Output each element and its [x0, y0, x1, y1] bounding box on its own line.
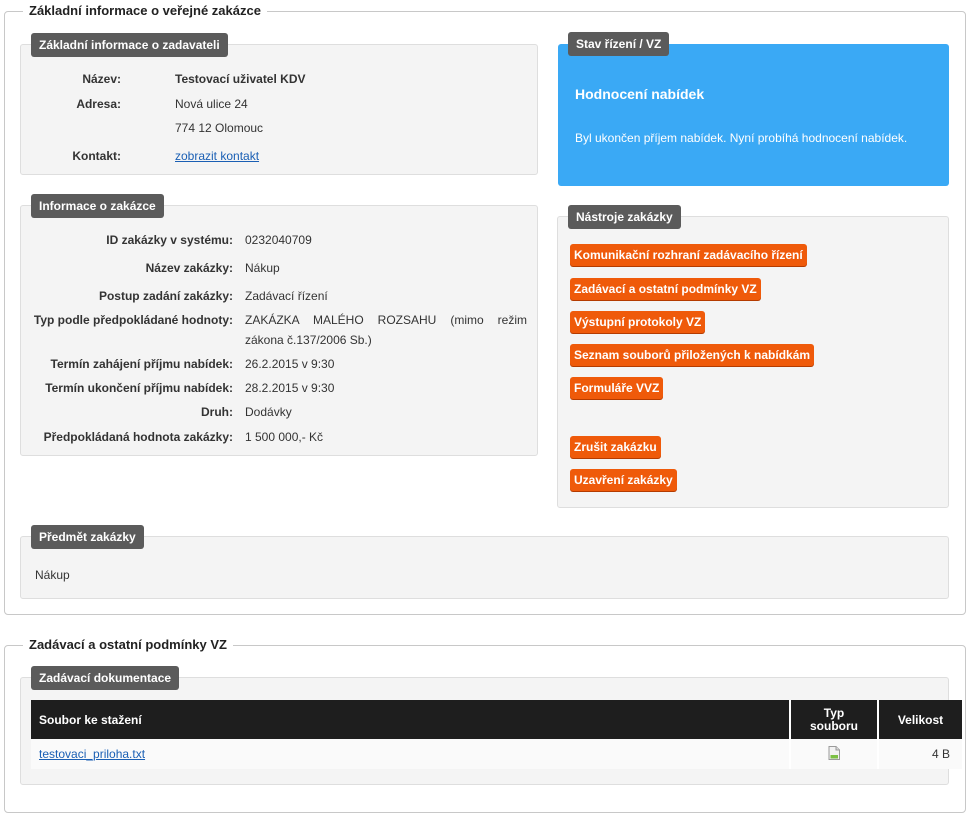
contracting-authority-title: Základní informace o zadavateli	[31, 33, 228, 57]
info-label-value: Předpokládaná hodnota zakázky:	[43, 430, 233, 444]
info-value-type-2: zákona č.137/2006 Sb.)	[245, 333, 372, 347]
basic-info-legend: Základní informace o veřejné zakázce	[13, 3, 267, 18]
procedure-state-text: Byl ukončen příjem nabídek. Nyní probíhá…	[575, 131, 908, 145]
show-contact-link[interactable]: zobrazit kontakt	[175, 149, 259, 163]
col-header-type: Typ souboru	[790, 700, 879, 739]
info-label-procedure: Postup zadání zakázky:	[98, 289, 233, 303]
address-line1: Nová ulice 24	[175, 97, 248, 111]
conditions-button[interactable]: Zadávací a ostatní podmínky VZ	[570, 278, 761, 300]
procedure-state-heading: Hodnocení nabídek	[575, 86, 705, 102]
file-cell: testovaci_priloha.txt	[31, 739, 791, 769]
contract-subject-panel: Předmět zakázky Nákup	[20, 525, 949, 599]
table-row: testovaci_priloha.txt 4 B	[31, 739, 962, 769]
size-cell: 4 B	[878, 739, 962, 769]
tender-docs-title: Zadávací dokumentace	[31, 666, 180, 690]
contract-info-panel: Informace o zakázce ID zakázky v systému…	[20, 194, 538, 456]
attached-files-list-button[interactable]: Seznam souborů přiložených k nabídkám	[570, 344, 815, 366]
info-value-id: 0232040709	[245, 233, 312, 247]
text-file-icon	[828, 745, 840, 763]
contract-tools-panel: Nástroje zakázky Komunikační rozhraní za…	[557, 205, 949, 508]
col-header-type-1: Typ	[823, 705, 845, 720]
info-value-procedure: Zadávací řízení	[245, 289, 328, 303]
address-label: Adresa:	[76, 97, 121, 111]
info-value-value: 1 500 000,- Kč	[245, 430, 324, 444]
cancel-contract-button[interactable]: Zrušit zakázku	[570, 436, 661, 458]
vvz-forms-button[interactable]: Formuláře VVZ	[570, 377, 664, 399]
procedure-state-panel: Stav řízení / VZ Hodnocení nabídek Byl u…	[558, 32, 949, 186]
tender-docs-table: Soubor ke stažení Typ souboru Velikost t…	[31, 700, 962, 769]
contact-label: Kontakt:	[72, 149, 121, 163]
close-contract-button[interactable]: Uzavření zakázky	[570, 469, 677, 491]
info-label-start: Termín zahájení příjmu nabídek:	[50, 357, 233, 371]
contract-subject-text: Nákup	[35, 568, 70, 582]
tender-docs-panel: Zadávací dokumentace Soubor ke stažení T…	[20, 666, 962, 785]
info-label-id: ID zakázky v systému:	[106, 233, 233, 247]
contracting-authority-panel: Základní informace o zadavateli Název: T…	[20, 33, 538, 175]
name-label: Název:	[82, 72, 121, 86]
procedure-state-title: Stav řízení / VZ	[568, 32, 670, 56]
info-value-name: Nákup	[245, 261, 280, 275]
contract-tools-title: Nástroje zakázky	[568, 205, 681, 229]
info-value-end: 28.2.2015 v 9:30	[245, 381, 335, 395]
info-label-type: Typ podle předpokládané hodnoty:	[33, 313, 233, 327]
output-protocols-button[interactable]: Výstupní protokoly VZ	[570, 311, 706, 333]
col-header-type-2: souboru	[810, 718, 858, 733]
name-value: Testovací uživatel KDV	[175, 72, 306, 86]
col-header-size: Velikost	[878, 700, 962, 739]
info-value-type: ZAKÁZKA MALÉHO ROZSAHU (mimo režim	[245, 313, 527, 327]
col-header-file: Soubor ke stažení	[31, 700, 791, 739]
communication-interface-button[interactable]: Komunikační rozhraní zadávacího řízení	[570, 244, 807, 266]
address-line2: 774 12 Olomouc	[175, 121, 264, 135]
info-label-kind: Druh:	[201, 405, 233, 419]
info-label-name: Název zakázky:	[145, 261, 233, 275]
conditions-legend: Zadávací a ostatní podmínky VZ	[13, 637, 233, 652]
contract-info-title: Informace o zakázce	[31, 194, 164, 218]
type-cell	[790, 739, 879, 769]
file-download-link[interactable]: testovaci_priloha.txt	[39, 747, 145, 761]
info-label-end: Termín ukončení příjmu nabídek:	[45, 381, 233, 395]
contract-subject-title: Předmět zakázky	[31, 525, 144, 549]
table-header-row: Soubor ke stažení Typ souboru Velikost	[31, 700, 962, 739]
info-value-kind: Dodávky	[245, 405, 292, 419]
info-value-start: 26.2.2015 v 9:30	[245, 357, 335, 371]
